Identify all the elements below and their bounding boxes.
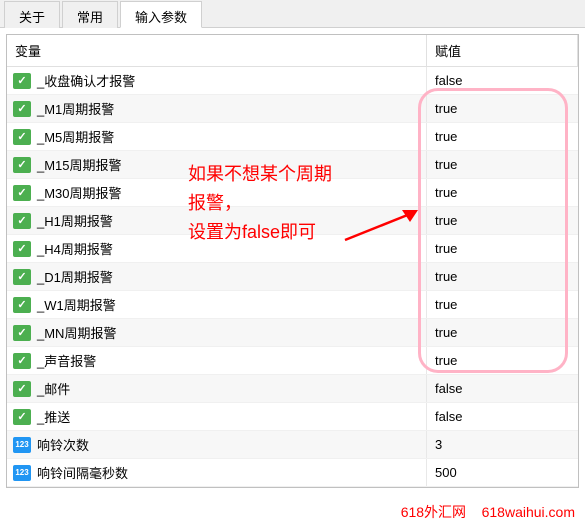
table-row[interactable]: _声音报警 true (7, 347, 578, 375)
boolean-type-icon (13, 129, 31, 145)
variable-cell: _M1周期报警 (7, 95, 427, 122)
header-variable[interactable]: 变量 (7, 35, 427, 66)
table-row[interactable]: _H1周期报警 true (7, 207, 578, 235)
variable-name: _M30周期报警 (37, 183, 122, 202)
value-cell[interactable]: true (427, 325, 578, 340)
boolean-type-icon (13, 269, 31, 285)
variable-cell: _MN周期报警 (7, 319, 427, 346)
boolean-type-icon (13, 297, 31, 313)
table-row[interactable]: _H4周期报警 true (7, 235, 578, 263)
variable-name: _M1周期报警 (37, 99, 114, 118)
value-cell[interactable]: true (427, 269, 578, 284)
value-cell[interactable]: true (427, 213, 578, 228)
variable-name: 响铃间隔毫秒数 (37, 463, 128, 482)
variable-name: _声音报警 (37, 351, 96, 370)
variable-name: _M15周期报警 (37, 155, 122, 174)
table-row[interactable]: _M5周期报警 true (7, 123, 578, 151)
content-area: 变量 赋值 _收盘确认才报警false_M1周期报警true_M5周期报警tru… (0, 28, 585, 494)
table-row[interactable]: _D1周期报警 true (7, 263, 578, 291)
variable-name: _W1周期报警 (37, 295, 116, 314)
boolean-type-icon (13, 213, 31, 229)
table-row[interactable]: _推送 false (7, 403, 578, 431)
tab-bar: 关于 常用 输入参数 (0, 0, 585, 28)
tab-common[interactable]: 常用 (62, 1, 118, 28)
variable-name: _邮件 (37, 379, 70, 398)
boolean-type-icon (13, 241, 31, 257)
variable-cell: _M15周期报警 (7, 151, 427, 178)
variable-cell: 123 响铃次数 (7, 431, 427, 458)
boolean-type-icon (13, 101, 31, 117)
integer-type-icon: 123 (13, 465, 31, 481)
watermark-text: 618外汇网 618waihui.com (401, 502, 575, 522)
value-cell[interactable]: true (427, 157, 578, 172)
variable-name: _MN周期报警 (37, 323, 116, 342)
variable-cell: _邮件 (7, 375, 427, 402)
variable-cell: _M5周期报警 (7, 123, 427, 150)
variable-cell: _收盘确认才报警 (7, 67, 427, 94)
params-table: 变量 赋值 _收盘确认才报警false_M1周期报警true_M5周期报警tru… (6, 34, 579, 488)
value-cell[interactable]: false (427, 409, 578, 424)
boolean-type-icon (13, 325, 31, 341)
value-cell[interactable]: true (427, 297, 578, 312)
value-cell[interactable]: true (427, 353, 578, 368)
variable-cell: _M30周期报警 (7, 179, 427, 206)
table-row[interactable]: _M15周期报警 true (7, 151, 578, 179)
value-cell[interactable]: true (427, 129, 578, 144)
table-row[interactable]: _收盘确认才报警 false (7, 67, 578, 95)
variable-name: _推送 (37, 407, 70, 426)
table-row[interactable]: _W1周期报警 true (7, 291, 578, 319)
variable-name: _M5周期报警 (37, 127, 114, 146)
tab-input-params[interactable]: 输入参数 (120, 1, 202, 28)
value-cell[interactable]: 500 (427, 465, 578, 480)
table-body: _收盘确认才报警false_M1周期报警true_M5周期报警true_M15周… (7, 67, 578, 487)
variable-name: 响铃次数 (37, 435, 89, 454)
header-value[interactable]: 赋值 (427, 35, 578, 66)
value-cell[interactable]: true (427, 101, 578, 116)
variable-cell: _W1周期报警 (7, 291, 427, 318)
variable-cell: _推送 (7, 403, 427, 430)
boolean-type-icon (13, 157, 31, 173)
boolean-type-icon (13, 185, 31, 201)
value-cell[interactable]: false (427, 73, 578, 88)
table-header: 变量 赋值 (7, 35, 578, 67)
value-cell[interactable]: 3 (427, 437, 578, 452)
value-cell[interactable]: true (427, 185, 578, 200)
table-row[interactable]: _邮件 false (7, 375, 578, 403)
value-cell[interactable]: false (427, 381, 578, 396)
variable-cell: _D1周期报警 (7, 263, 427, 290)
variable-name: _H4周期报警 (37, 239, 113, 258)
variable-name: _收盘确认才报警 (37, 71, 135, 90)
variable-cell: _声音报警 (7, 347, 427, 374)
integer-type-icon: 123 (13, 437, 31, 453)
table-row[interactable]: _M1周期报警 true (7, 95, 578, 123)
value-cell[interactable]: true (427, 241, 578, 256)
table-row[interactable]: _MN周期报警 true (7, 319, 578, 347)
variable-cell: _H1周期报警 (7, 207, 427, 234)
variable-cell: 123 响铃间隔毫秒数 (7, 459, 427, 486)
boolean-type-icon (13, 381, 31, 397)
variable-cell: _H4周期报警 (7, 235, 427, 262)
variable-name: _H1周期报警 (37, 211, 113, 230)
boolean-type-icon (13, 353, 31, 369)
table-row[interactable]: _M30周期报警 true (7, 179, 578, 207)
boolean-type-icon (13, 73, 31, 89)
variable-name: _D1周期报警 (37, 267, 113, 286)
table-row[interactable]: 123 响铃次数 3 (7, 431, 578, 459)
tab-about[interactable]: 关于 (4, 1, 60, 28)
boolean-type-icon (13, 409, 31, 425)
table-row[interactable]: 123 响铃间隔毫秒数 500 (7, 459, 578, 487)
